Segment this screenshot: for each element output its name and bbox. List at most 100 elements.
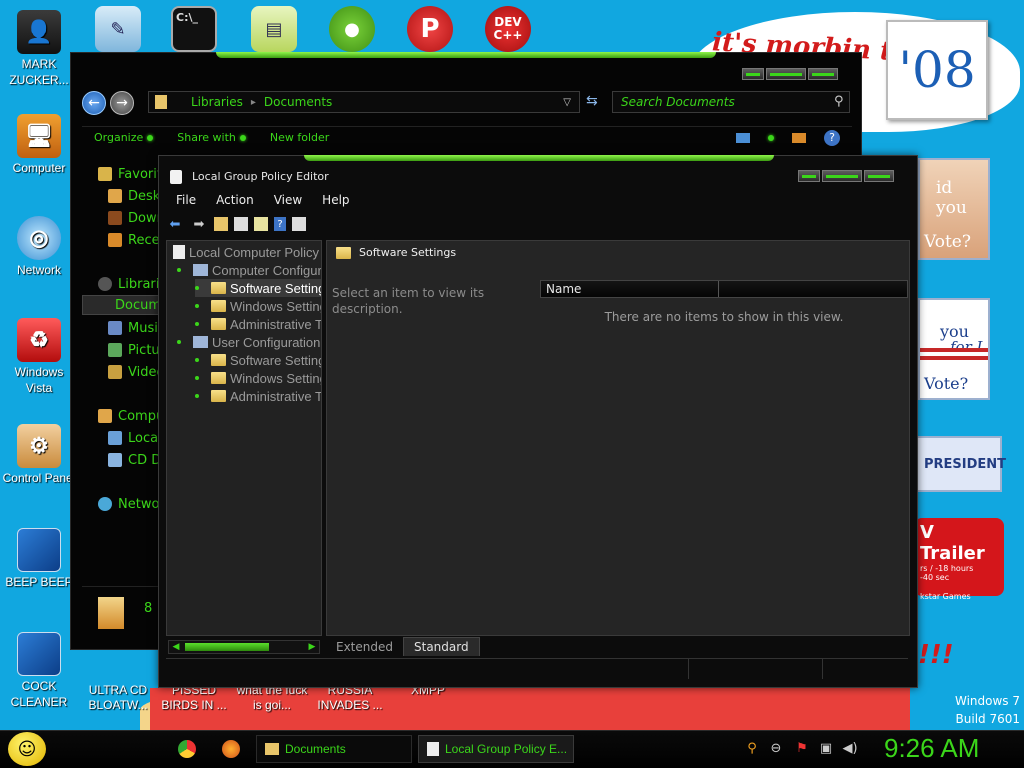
nav-item-cd-drive[interactable]: CD Drive <box>108 450 160 470</box>
chevron-down-icon[interactable]: ▽ <box>563 97 571 108</box>
tab-standard[interactable]: Standard <box>403 637 480 656</box>
column-name[interactable]: Name <box>541 281 719 297</box>
tree-horizontal-scrollbar[interactable]: ◀ ▶ <box>168 640 320 654</box>
properties-icon[interactable] <box>292 217 306 231</box>
nav-item-videos[interactable]: Videos <box>108 362 160 382</box>
search-input[interactable]: Search Documents <box>612 91 850 113</box>
expand-icon[interactable] <box>177 340 181 344</box>
start-button[interactable]: ☺ <box>8 732 46 766</box>
address-bar[interactable]: Libraries ▸ Documents ▽ <box>148 91 580 113</box>
back-button[interactable]: ← <box>82 91 106 115</box>
forward-button[interactable]: → <box>110 91 134 115</box>
gpe-status-bar <box>166 658 908 679</box>
tree-item-user-configuration[interactable]: User Configuration <box>177 333 320 351</box>
desktop-icon-computer[interactable]: 🖥 Computer <box>0 114 78 176</box>
nav-item-pictures[interactable]: Pictures <box>108 340 160 360</box>
new-folder-button[interactable]: New folder <box>258 131 341 144</box>
export-list-icon[interactable] <box>254 217 268 231</box>
help-icon[interactable]: ? <box>824 129 840 146</box>
share-with-button[interactable]: Share with <box>165 131 258 144</box>
tree-item-user-windows-settings[interactable]: Windows Settings <box>195 369 321 387</box>
desktop-icon-app[interactable]: ▤ <box>248 4 300 54</box>
desktop-icon-angry-birds[interactable]: ● <box>326 4 378 54</box>
desktop-icon-cmd[interactable]: C:\_ <box>168 4 220 54</box>
volume-mixer-icon[interactable]: ⊖ <box>768 741 784 757</box>
desktop-icon-p[interactable]: P <box>404 4 456 54</box>
tree-item-software-settings[interactable]: Software Settings <box>195 279 321 297</box>
nav-item-favorites[interactable]: Favorites <box>98 164 160 184</box>
taskbar-documents[interactable]: Documents <box>256 735 412 763</box>
show-hide-tree-icon[interactable] <box>234 217 248 231</box>
nav-item-network[interactable]: Network <box>98 494 160 514</box>
desktop-icon-cock-cleaner[interactable]: COCK CLEANER <box>0 632 78 710</box>
up-folder-icon[interactable] <box>214 217 228 231</box>
organize-button[interactable]: Organize <box>82 131 165 144</box>
tree-item-administrative-templates[interactable]: Administrative Templates <box>195 315 321 333</box>
expand-icon[interactable] <box>195 358 199 362</box>
menu-help[interactable]: Help <box>312 191 359 209</box>
desktop-icon-ultra-cd[interactable]: ULTRA CD BLOATW... <box>78 683 158 713</box>
notepad-icon: ✎ <box>95 6 141 52</box>
network-tray-icon[interactable]: ▣ <box>818 741 834 757</box>
menu-file[interactable]: File <box>166 191 206 209</box>
search-tray-icon[interactable]: ⚲ <box>744 741 760 757</box>
view-options-icon[interactable] <box>768 134 774 141</box>
desktop-icon-beep-beep[interactable]: BEEP BEEP <box>0 528 78 590</box>
action-center-icon[interactable]: ⚑ <box>794 741 810 757</box>
explorer-toolbar: Organize Share with New folder ? <box>82 126 852 148</box>
expand-icon[interactable] <box>177 268 181 272</box>
expand-icon[interactable] <box>195 394 199 398</box>
forward-arrow-icon: → <box>116 95 128 111</box>
desktop-icon-notepad[interactable]: ✎ <box>92 4 144 54</box>
firefox-icon[interactable] <box>222 740 240 758</box>
back-arrow-icon[interactable]: ⬅ <box>166 215 184 233</box>
expand-icon[interactable] <box>195 322 199 326</box>
forward-arrow-icon[interactable]: ➡ <box>190 215 208 233</box>
nav-item-documents[interactable]: Documents <box>82 295 160 315</box>
minimize-button[interactable] <box>798 170 820 182</box>
tree-item-local-computer-policy[interactable]: Local Computer Policy <box>173 243 319 261</box>
scroll-right-icon[interactable]: ▶ <box>306 642 318 652</box>
maximize-button[interactable] <box>766 68 806 80</box>
desktop-icon-devcpp[interactable]: DEV C++ <box>482 4 534 54</box>
scroll-left-icon[interactable]: ◀ <box>170 642 182 652</box>
tab-extended[interactable]: Extended <box>326 638 403 656</box>
nav-item-local-disk[interactable]: Local Disk <box>108 428 160 448</box>
expand-icon[interactable] <box>195 286 199 290</box>
nav-item-libraries[interactable]: Libraries <box>98 274 160 294</box>
refresh-icon[interactable]: ⇆ <box>586 93 598 109</box>
expand-icon[interactable] <box>195 304 199 308</box>
nav-item-desktop[interactable]: Desktop <box>108 186 160 206</box>
preview-pane-icon[interactable] <box>792 132 806 143</box>
search-icon[interactable]: ⚲ <box>834 94 844 109</box>
desktop-icon-mark-zucker[interactable]: 👤 MARK ZUCKER... <box>0 10 78 88</box>
close-button[interactable] <box>808 68 838 80</box>
help-icon[interactable]: ? <box>274 217 286 231</box>
tree-item-user-software-settings[interactable]: Software Settings <box>195 351 321 369</box>
nav-item-computer[interactable]: Computer <box>98 406 160 426</box>
taskbar-clock[interactable]: 9:26 AM <box>884 733 979 764</box>
tree-item-windows-settings[interactable]: Windows Settings <box>195 297 321 315</box>
desktop-icon-windows-vista[interactable]: ♻ Windows Vista <box>0 318 78 396</box>
minimize-button[interactable] <box>742 68 764 80</box>
mail-icon[interactable] <box>736 132 750 143</box>
taskbar-group-policy[interactable]: Local Group Policy E... <box>418 735 574 763</box>
menu-view[interactable]: View <box>264 191 312 209</box>
tree-item-computer-configuration[interactable]: Computer Configuration <box>177 261 321 279</box>
star-icon <box>98 167 112 181</box>
nav-item-downloads[interactable]: Downloads <box>108 208 160 228</box>
desktop-icon-network[interactable]: ◎ Network <box>0 216 78 278</box>
expand-icon[interactable] <box>195 376 199 380</box>
desktop-icon-control-panel[interactable]: ⚙ Control Panel <box>0 424 78 486</box>
maximize-button[interactable] <box>822 170 862 182</box>
nav-item-music[interactable]: Music <box>108 318 160 338</box>
scrollbar-thumb[interactable] <box>185 643 269 651</box>
menu-action[interactable]: Action <box>206 191 264 209</box>
breadcrumb-libraries[interactable]: Libraries <box>183 95 251 109</box>
tree-item-user-administrative-templates[interactable]: Administrative Templates <box>195 387 321 405</box>
breadcrumb-documents[interactable]: Documents <box>256 95 340 109</box>
speaker-icon[interactable]: ◀) <box>842 741 858 757</box>
close-button[interactable] <box>864 170 894 182</box>
nav-item-recent[interactable]: Recent Places <box>108 230 160 250</box>
chrome-icon[interactable] <box>178 740 196 758</box>
